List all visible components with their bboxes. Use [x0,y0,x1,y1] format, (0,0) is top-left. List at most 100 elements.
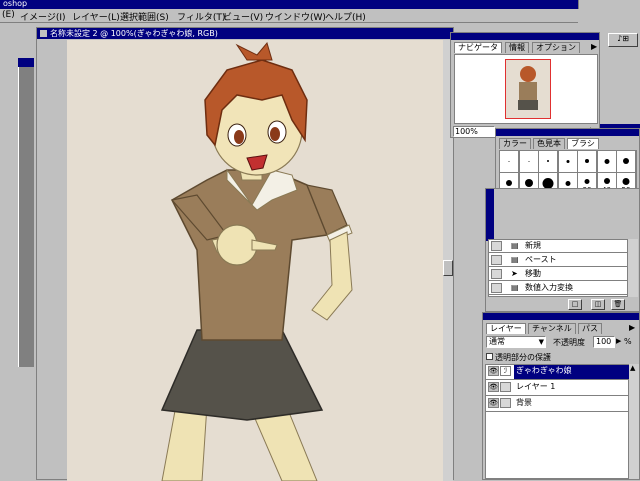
menu-item-image[interactable]: イメージ(I) [20,10,66,23]
menu-item-view[interactable]: ビュー(V) [223,10,263,23]
menu-item-select[interactable]: 選択範囲(S) [120,10,169,23]
stop-button[interactable]: □ [568,299,582,310]
menu-item-window[interactable]: ウインドウ(W) [265,10,326,23]
bg-window-left [0,23,36,480]
opacity-unit: % [624,337,632,346]
link-toggle[interactable] [500,398,511,408]
brush-tip-icon [506,180,512,186]
preserve-transparency-label: 透明部分の保護 [495,353,551,362]
brush-tip-icon [524,179,533,187]
document-titlebar: 名称未設定 2 @ 100%(ぎゃわぎゃわ娘, RGB) [37,28,453,39]
brush-tip-icon [542,177,554,189]
menu-item-layer[interactable]: レイヤー(L) [72,10,120,23]
navigator-zoom-value: 100% [455,127,478,136]
tab-color[interactable]: カラー [499,138,531,149]
layers-palette: レイヤー チャンネル パス ▶ 通常 ▼ 不透明度 100 ▶ % 透明部分の保… [482,312,640,480]
tab-layers[interactable]: レイヤー [486,323,526,334]
layer-name: 背景 [516,398,532,407]
tab-options[interactable]: オプション [532,42,580,53]
actions-palette: ▤ 新規 ▤ ペースト ➤ 移動 ▤ 数値入力変換 □ ◫ 🗑 [485,188,640,312]
layers-titlebar [483,313,639,320]
blend-mode-value: 通常 [489,337,505,346]
desktop-strip [578,0,640,9]
layer-row[interactable]: 👁 ℐ ぎゃわぎゃわ娘 [486,365,630,380]
tab-brushes[interactable]: ブラシ [567,138,599,149]
tab-channels[interactable]: チャンネル [528,323,576,334]
navigator-palette: ナビゲータ 情報 オプション ▶ 100% ▲ ▲ [450,32,600,138]
layers-scrollbar[interactable]: ▲ [629,364,639,479]
brushes-titlebar [496,129,639,136]
blend-mode-select[interactable]: 通常 ▼ [486,336,546,348]
document-title: 名称未設定 2 @ 100%(ぎゃわぎゃわ娘, RGB) [50,29,218,38]
opacity-value: 100 [596,337,612,346]
new-action-button[interactable]: ◫ [591,299,605,310]
tab-swatches[interactable]: 色見本 [533,138,565,149]
brush-tip-icon [622,177,630,185]
bg-window-titlebar [18,58,34,67]
action-icon: ▤ [511,241,519,250]
menu-item-help[interactable]: ヘルプ(H) [325,10,366,23]
eye-icon[interactable]: 👁 [488,382,499,392]
action-toggle[interactable] [491,269,502,279]
opacity-field[interactable]: 100 [593,336,615,348]
action-label: 移動 [525,269,541,278]
action-toggle[interactable] [491,283,502,293]
tab-navigator[interactable]: ナビゲータ [454,42,502,53]
link-toggle[interactable] [500,382,511,392]
document-window: 名称未設定 2 @ 100%(ぎゃわぎゃわ娘, RGB) [36,27,454,481]
layer-name: レイヤー 1 [516,382,556,391]
system-box: ♪⊞ [608,33,638,47]
brush-preset[interactable] [617,151,635,172]
scroll-thumb[interactable] [443,260,453,276]
action-toggle[interactable] [491,241,502,251]
navigator-thumbnail [505,59,551,119]
palette-menu-arrow-icon[interactable]: ▶ [591,42,597,51]
tab-info[interactable]: 情報 [505,42,529,53]
action-row-transform[interactable]: ▤ 数値入力変換 [489,282,627,295]
actions-scrollbar[interactable] [628,239,638,297]
chevron-down-icon[interactable]: ▼ [539,337,544,347]
brush-preset[interactable] [519,151,538,172]
action-toggle[interactable] [491,255,502,265]
action-row-new[interactable]: ▤ 新規 [489,240,627,253]
action-label: 数値入力変換 [525,283,573,292]
brush-tip-icon [566,159,569,163]
navigator-titlebar [451,33,599,40]
preserve-transparency-checkbox[interactable] [486,353,493,360]
brush-preset[interactable] [597,151,616,172]
menu-item-filter[interactable]: フィルタ(T) [177,10,225,23]
brush-tip-icon [547,160,549,162]
tab-paths[interactable]: パス [578,323,602,334]
navigator-zoom-field[interactable]: 100% [453,126,495,137]
brush-preset[interactable] [500,151,518,172]
brush-link-icon[interactable]: ℐ [500,366,511,376]
brush-tip-icon [623,158,629,164]
opacity-arrow-icon[interactable]: ▶ [616,337,621,345]
layer-list: 👁 ℐ ぎゃわぎゃわ娘 👁 レイヤー 1 👁 背景 [485,364,630,479]
brush-preset[interactable] [578,151,596,172]
action-row-move[interactable]: ➤ 移動 [489,268,627,281]
delete-action-button[interactable]: 🗑 [611,299,625,310]
menu-item-edit[interactable]: (E) [2,10,15,20]
brush-tip-icon [565,180,570,186]
network-icon[interactable]: ⊞ [622,34,629,43]
bg-window-body [18,67,34,367]
action-row-paste[interactable]: ▤ ペースト [489,254,627,267]
actions-list: ▤ 新規 ▤ ペースト ➤ 移動 ▤ 数値入力変換 [488,239,628,297]
brush-preset[interactable] [539,151,557,172]
brush-preset[interactable] [558,151,577,172]
app-title: oshop [3,0,28,8]
action-icon: ▤ [511,283,519,292]
layer-row[interactable]: 👁 レイヤー 1 [486,381,628,396]
eye-icon[interactable]: 👁 [488,398,499,408]
palette-menu-arrow-icon[interactable]: ▶ [629,323,635,332]
document-icon [40,30,47,37]
canvas[interactable] [67,40,443,481]
eye-icon[interactable]: 👁 [488,366,499,376]
brush-tip-icon [585,159,589,163]
action-label: 新規 [525,241,541,250]
layer-row[interactable]: 👁 背景 [486,397,628,412]
scroll-up-icon[interactable]: ▲ [630,364,635,372]
character-illustration [160,41,353,481]
brush-tip-icon [584,178,590,184]
